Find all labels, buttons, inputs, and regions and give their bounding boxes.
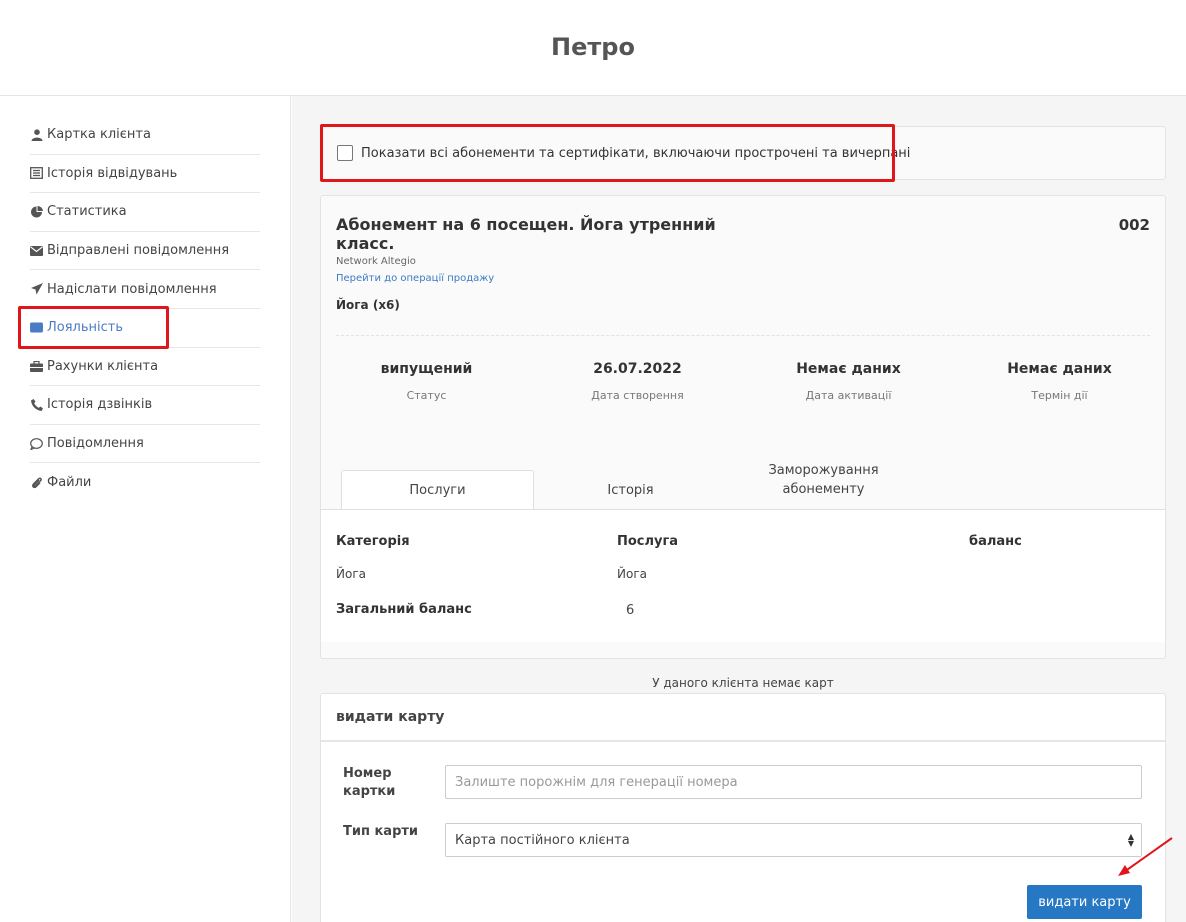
main-content: Показати всі абонементи та сертифікати, … <box>292 96 1186 922</box>
cell-service: Йога <box>617 567 647 581</box>
card-type-select[interactable]: Карта постійного клієнта ▲ ▼ <box>445 823 1142 857</box>
sidebar-item-call-history[interactable]: Історія дзвінків <box>30 386 260 425</box>
subscription-divider <box>336 335 1150 336</box>
subscription-card: Абонемент на 6 посещен. Йога утренний кл… <box>320 195 1166 659</box>
subscription-title: Абонемент на 6 посещен. Йога утренний кл… <box>336 215 716 253</box>
sidebar-item-messages[interactable]: Повідомлення <box>30 425 260 464</box>
stat-activation-date: Немає даних Дата активації <box>743 361 954 402</box>
subscription-stats: випущений Статус 26.07.2022 Дата створен… <box>321 361 1165 402</box>
user-icon <box>30 128 43 141</box>
stat-value: випущений <box>380 361 473 377</box>
subscription-tabs: Послуги Історія Заморожування абонементу <box>341 461 920 510</box>
stat-label: Термін дії <box>1031 389 1088 402</box>
stat-label: Дата створення <box>591 389 684 402</box>
stat-value: Немає даних <box>1007 361 1112 377</box>
annotation-arrow-icon <box>1118 837 1173 876</box>
sidebar-item-label: Історія дзвінків <box>47 397 153 413</box>
stat-status: випущений Статус <box>321 361 532 402</box>
sidebar-item-label: Картка клієнта <box>47 127 151 143</box>
stat-label: Дата активації <box>805 389 892 402</box>
tab-services[interactable]: Послуги <box>341 470 534 510</box>
credit-card-icon <box>30 321 43 334</box>
column-header-service: Послуга <box>617 534 679 549</box>
sidebar-item-client-accounts[interactable]: Рахунки клієнта <box>30 348 260 387</box>
show-all-filter: Показати всі абонементи та сертифікати, … <box>320 126 1166 180</box>
pie-chart-icon <box>30 205 43 218</box>
paperclip-icon <box>30 476 43 489</box>
sidebar-item-loyalty[interactable]: Лояльність <box>30 309 260 348</box>
sale-operation-link[interactable]: Перейти до операції продажу <box>336 273 494 284</box>
total-balance-value: 6 <box>626 603 635 618</box>
stat-value: 26.07.2022 <box>593 361 682 377</box>
issue-card-button[interactable]: видати карту <box>1027 885 1142 919</box>
chat-bubble-icon <box>30 437 43 450</box>
envelope-icon <box>30 244 43 257</box>
sidebar-item-label: Повідомлення <box>47 436 144 452</box>
card-number-input[interactable] <box>445 765 1142 799</box>
sidebar-item-sent-messages[interactable]: Відправлені повідомлення <box>30 232 260 271</box>
column-header-category: Категорія <box>336 534 410 549</box>
subscription-network: Network Altegio <box>336 256 416 267</box>
show-all-checkbox[interactable] <box>337 145 353 161</box>
briefcase-icon <box>30 360 43 373</box>
card-type-selected: Карта постійного клієнта <box>455 832 630 848</box>
sidebar-item-client-card[interactable]: Картка клієнта <box>30 116 260 155</box>
show-all-label[interactable]: Показати всі абонементи та сертифікати, … <box>361 146 910 161</box>
sidebar-item-label: Відправлені повідомлення <box>47 243 230 259</box>
services-table: Категорія Послуга баланс Йога Йога Загал… <box>321 509 1165 642</box>
sidebar-item-send-message[interactable]: Надіслати повідомлення <box>30 270 260 309</box>
sidebar-item-label: Статистика <box>47 204 127 220</box>
sidebar-item-files[interactable]: Файли <box>30 463 260 502</box>
phone-icon <box>30 398 43 411</box>
sidebar-item-label: Файли <box>47 475 92 491</box>
tab-freeze[interactable]: Заморожування абонементу <box>727 461 920 510</box>
sidebar-item-label: Надіслати повідомлення <box>47 281 217 297</box>
sidebar-item-statistics[interactable]: Статистика <box>30 193 260 232</box>
subscription-number: 002 <box>1118 216 1150 234</box>
stat-validity: Немає даних Термін дії <box>954 361 1165 402</box>
sidebar-item-label: Рахунки клієнта <box>47 358 159 374</box>
no-cards-message: У даного клієнта немає карт <box>652 676 834 690</box>
sidebar-item-label: Історія відвідувань <box>47 165 178 181</box>
tab-history[interactable]: Історія <box>534 471 727 510</box>
column-header-balance: баланс <box>969 534 1022 549</box>
paper-plane-icon <box>30 283 43 296</box>
card-type-label: Тип карти <box>343 824 419 839</box>
page-title: Петро <box>551 32 635 61</box>
sidebar-item-label: Лояльність <box>47 320 124 336</box>
list-icon <box>30 167 43 180</box>
page-header: Петро <box>0 0 1186 96</box>
subscription-service-summary: Йога (x6) <box>336 298 400 312</box>
card-number-label: Номер картки <box>343 766 396 799</box>
total-balance-label: Загальний баланс <box>336 602 472 617</box>
cell-category: Йога <box>336 567 366 581</box>
issue-card-title: видати карту <box>321 694 1165 742</box>
stat-label: Статус <box>406 389 447 402</box>
stat-value: Немає даних <box>796 361 901 377</box>
issue-card-panel: видати карту Номер картки Тип карти Карт… <box>320 693 1166 922</box>
sidebar-item-visit-history[interactable]: Історія відвідувань <box>30 155 260 194</box>
sidebar: Картка клієнта Історія відвідувань Стати… <box>0 96 291 922</box>
stat-created-date: 26.07.2022 Дата створення <box>532 361 743 402</box>
